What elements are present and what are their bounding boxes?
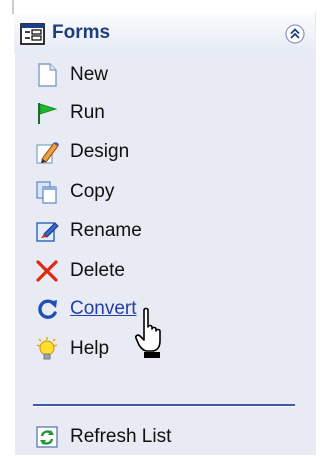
- task-item-design[interactable]: Design: [14, 133, 304, 171]
- task-item-delete[interactable]: Delete: [14, 252, 304, 290]
- panel-header[interactable]: Forms: [14, 12, 315, 53]
- pencil-edit-icon: [36, 142, 59, 164]
- refresh-icon: [36, 426, 58, 448]
- task-item-label: Design: [70, 141, 130, 162]
- rename-icon: [36, 222, 59, 242]
- form-icon: [20, 23, 45, 45]
- task-item-label: Rename: [70, 220, 142, 241]
- lightbulb-icon: [36, 337, 58, 360]
- task-item-new[interactable]: New: [14, 56, 304, 94]
- task-item-run[interactable]: Run: [14, 94, 304, 132]
- section-divider: [33, 404, 295, 407]
- task-item-label: Delete: [70, 260, 125, 281]
- green-flag-icon: [38, 103, 58, 124]
- task-item-copy[interactable]: Copy: [14, 173, 304, 211]
- task-item-label: Convert: [70, 298, 137, 319]
- task-item-label: Copy: [70, 181, 115, 202]
- task-item-label: New: [70, 64, 109, 85]
- task-item-rename[interactable]: Rename: [14, 212, 304, 250]
- task-item-label: Run: [70, 102, 105, 123]
- copy-icon: [36, 181, 57, 204]
- new-document-icon: [38, 63, 57, 87]
- task-item-label: Help: [70, 338, 110, 359]
- red-x-icon: [36, 260, 58, 282]
- task-item-label: Refresh List: [70, 426, 172, 447]
- hand-pointer-icon: [135, 307, 161, 358]
- task-item-refresh-list[interactable]: Refresh List: [14, 418, 304, 456]
- double-chevron-up-icon[interactable]: [285, 24, 305, 44]
- convert-arrow-icon: [38, 299, 57, 319]
- panel-title: Forms: [52, 22, 111, 43]
